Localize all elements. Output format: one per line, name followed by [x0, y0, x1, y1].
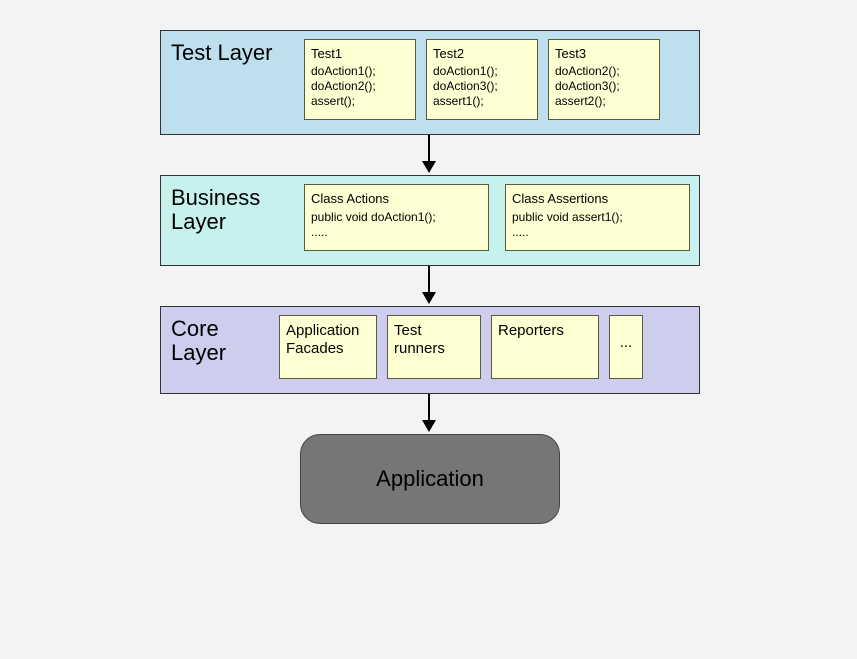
box-title: Class Assertions — [512, 191, 683, 207]
box-line: doAction3(); — [555, 79, 653, 94]
box-line: assert2(); — [555, 94, 653, 109]
business-layer-boxes: Class Actions public void doAction1(); .… — [304, 184, 690, 250]
box-title: Test2 — [433, 46, 531, 62]
test3-box: Test3 doAction2(); doAction3(); assert2(… — [548, 39, 660, 120]
box-title: Reporters — [498, 322, 592, 341]
box-line: ..... — [311, 225, 482, 240]
core-layer-title: Core Layer — [171, 315, 261, 365]
test-layer: Test Layer Test1 doAction1(); doAction2(… — [160, 30, 700, 135]
box-title: Application Facades — [286, 322, 370, 360]
box-title: Test1 — [311, 46, 409, 62]
box-title: ... — [620, 334, 633, 353]
box-line: assert(); — [311, 94, 409, 109]
arrow-business-to-core — [160, 266, 700, 306]
architecture-diagram: Test Layer Test1 doAction1(); doAction2(… — [160, 30, 700, 524]
box-line: doAction1(); — [311, 64, 409, 79]
ellipsis-box: ... — [609, 315, 643, 379]
core-layer: Core Layer Application Facades Test runn… — [160, 306, 700, 394]
box-line: ..... — [512, 225, 683, 240]
class-assertions-box: Class Assertions public void assert1(); … — [505, 184, 690, 250]
core-layer-boxes: Application Facades Test runners Reporte… — [279, 315, 689, 379]
box-title: Test runners — [394, 322, 474, 360]
box-line: public void doAction1(); — [311, 210, 482, 225]
box-title: Class Actions — [311, 191, 482, 207]
class-actions-box: Class Actions public void doAction1(); .… — [304, 184, 489, 250]
box-title: Test3 — [555, 46, 653, 62]
business-layer-title: Business Layer — [171, 184, 286, 234]
arrow-core-to-application — [160, 394, 700, 434]
test2-box: Test2 doAction1(); doAction3(); assert1(… — [426, 39, 538, 120]
box-line: doAction3(); — [433, 79, 531, 94]
box-line: doAction2(); — [311, 79, 409, 94]
box-line: assert1(); — [433, 94, 531, 109]
reporters-box: Reporters — [491, 315, 599, 379]
test-layer-title: Test Layer — [171, 39, 286, 65]
arrow-test-to-business — [160, 135, 700, 175]
application-container: Application — [160, 434, 700, 524]
test-layer-boxes: Test1 doAction1(); doAction2(); assert()… — [304, 39, 689, 120]
application-label: Application — [376, 466, 484, 492]
box-line: doAction2(); — [555, 64, 653, 79]
box-line: public void assert1(); — [512, 210, 683, 225]
test1-box: Test1 doAction1(); doAction2(); assert()… — [304, 39, 416, 120]
application-facades-box: Application Facades — [279, 315, 377, 379]
business-layer: Business Layer Class Actions public void… — [160, 175, 700, 265]
application-node: Application — [300, 434, 560, 524]
test-runners-box: Test runners — [387, 315, 481, 379]
box-line: doAction1(); — [433, 64, 531, 79]
